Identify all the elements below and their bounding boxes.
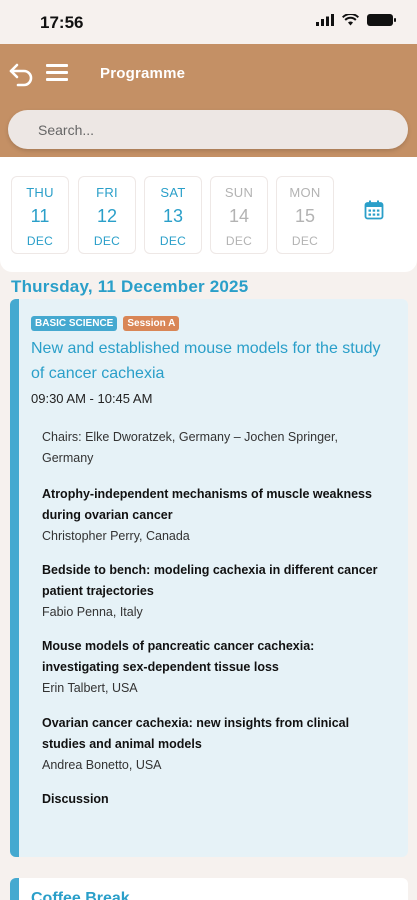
- day-of-week: THU: [26, 185, 54, 200]
- talk-title: Discussion: [42, 792, 109, 806]
- app-header: Programme: [0, 44, 417, 157]
- day-number: 11: [30, 206, 50, 226]
- hamburger-menu-icon[interactable]: [46, 64, 68, 82]
- day-of-week: SUN: [224, 185, 254, 200]
- month: DEC: [26, 234, 54, 248]
- month: DEC: [159, 234, 187, 248]
- signal-icon: [316, 14, 334, 26]
- session-chairs: Chairs: Elke Dworatzek, Germany – Jochen…: [42, 430, 338, 465]
- day-of-week: FRI: [96, 185, 118, 200]
- date-mon-15[interactable]: MON 15 DEC: [276, 176, 334, 254]
- date-fri-12[interactable]: FRI 12 DEC: [78, 176, 136, 254]
- talk-title: Mouse models of pancreatic cancer cachex…: [42, 639, 315, 674]
- talk-item: Discussion: [42, 789, 382, 810]
- day-heading: Thursday, 11 December 2025: [11, 277, 249, 296]
- month: DEC: [291, 234, 319, 248]
- calendar-icon[interactable]: [364, 200, 384, 220]
- category-tag: BASIC SCIENCE: [31, 316, 118, 331]
- session-title: New and established mouse models for the…: [31, 340, 381, 382]
- talk-title: Bedside to bench: modeling cachexia in d…: [42, 563, 378, 598]
- status-bar: 17:56: [0, 0, 417, 44]
- talk-item: Mouse models of pancreatic cancer cachex…: [42, 636, 382, 699]
- wifi-icon: [342, 14, 359, 26]
- day-of-week: MON: [289, 185, 321, 200]
- date-selector: THU 11 DEC FRI 12 DEC SAT 13 DEC SUN 14 …: [0, 157, 417, 272]
- talk-speaker: Christopher Perry, Canada: [42, 529, 190, 543]
- status-time: 17:56: [40, 13, 84, 32]
- battery-icon: [367, 14, 396, 26]
- talk-item: Atrophy-independent mechanisms of muscle…: [42, 484, 382, 547]
- next-session-card[interactable]: Coffee Break: [10, 878, 408, 900]
- talk-speaker: Fabio Penna, Italy: [42, 605, 143, 619]
- card-accent-bar: [10, 299, 19, 857]
- date-sat-13[interactable]: SAT 13 DEC: [144, 176, 202, 254]
- day-number: 14: [228, 206, 250, 226]
- date-sun-14[interactable]: SUN 14 DEC: [210, 176, 268, 254]
- session-tags: BASIC SCIENCE Session A: [31, 316, 180, 331]
- status-icons: [316, 14, 396, 26]
- session-time: 09:30 AM - 10:45 AM: [31, 391, 153, 406]
- session-tag: Session A: [123, 316, 180, 331]
- talk-title: Atrophy-independent mechanisms of muscle…: [42, 487, 372, 522]
- day-number: 13: [162, 206, 184, 226]
- day-number: 15: [294, 206, 316, 226]
- month: DEC: [225, 234, 253, 248]
- back-arrow-icon[interactable]: [8, 60, 36, 88]
- month: DEC: [93, 234, 121, 248]
- date-thu-11[interactable]: THU 11 DEC: [11, 176, 69, 254]
- search-bar: [8, 110, 408, 149]
- session-card[interactable]: BASIC SCIENCE Session A New and establis…: [10, 299, 408, 857]
- day-of-week: SAT: [160, 185, 186, 200]
- search-input[interactable]: [8, 110, 408, 149]
- day-number: 12: [96, 206, 118, 226]
- page-title: Programme: [100, 65, 186, 82]
- talk-item: Ovarian cancer cachexia: new insights fr…: [42, 713, 382, 776]
- talk-title: Ovarian cancer cachexia: new insights fr…: [42, 716, 350, 751]
- talk-item: Bedside to bench: modeling cachexia in d…: [42, 560, 382, 623]
- card-accent-bar: [10, 878, 19, 900]
- talk-speaker: Andrea Bonetto, USA: [42, 758, 162, 772]
- next-session-title: Coffee Break: [31, 890, 130, 900]
- talk-speaker: Erin Talbert, USA: [42, 681, 138, 695]
